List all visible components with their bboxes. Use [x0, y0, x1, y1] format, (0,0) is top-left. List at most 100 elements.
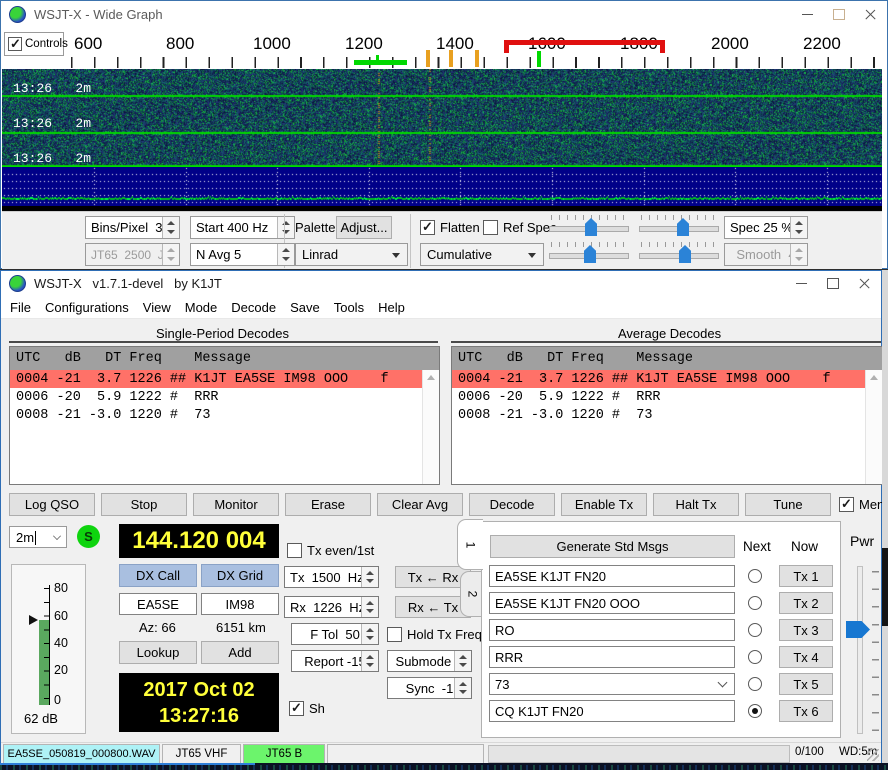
tx4-now-button[interactable]: Tx 4 — [779, 646, 833, 668]
tx5-next-radio[interactable] — [748, 677, 762, 691]
waterfall-display[interactable] — [2, 69, 882, 167]
display-mode-select[interactable]: Cumulative — [420, 243, 544, 266]
tx2-next-radio[interactable] — [748, 596, 762, 610]
erase-button[interactable]: Erase — [285, 493, 371, 516]
monitor-button[interactable]: Monitor — [193, 493, 279, 516]
controls-checkbox[interactable] — [8, 37, 22, 51]
enable-tx-button[interactable]: Enable Tx — [561, 493, 647, 516]
tx4-next-radio[interactable] — [748, 650, 762, 664]
lookup-button[interactable]: Lookup — [119, 641, 197, 664]
tab-1[interactable]: 1 — [457, 519, 483, 570]
palette-adjust-button[interactable]: Adjust... — [336, 216, 392, 239]
zero-slider-2[interactable] — [639, 242, 719, 266]
frequency-ruler[interactable]: Controls 600 800 1000 1200 1400 1600 180… — [2, 28, 882, 69]
close-button[interactable] — [849, 271, 881, 296]
rx-freq-spinbox[interactable]: Rx 1226 Hz — [284, 596, 379, 618]
start-freq-spinbox[interactable]: Start 400 Hz — [190, 216, 295, 239]
decode-row[interactable]: 0006 -20 5.9 1222 # RRR — [452, 388, 866, 406]
dx-call-button[interactable]: DX Call — [119, 564, 197, 587]
clear-avg-button[interactable]: Clear Avg — [377, 493, 463, 516]
tx5-now-button[interactable]: Tx 5 — [779, 673, 833, 695]
ftol-spinbox[interactable]: F Tol 50 — [291, 623, 379, 645]
tab-2[interactable]: 2 — [460, 571, 483, 617]
minimize-button[interactable] — [785, 271, 817, 296]
n-avg-spinbox[interactable]: N Avg 5 — [190, 243, 295, 266]
menu-mode[interactable]: Mode — [178, 300, 225, 315]
menu-save[interactable]: Save — [283, 300, 327, 315]
pwr-slider-track[interactable] — [857, 566, 863, 734]
scrollbar[interactable] — [422, 370, 439, 484]
menu-help[interactable]: Help — [371, 300, 412, 315]
halt-tx-button[interactable]: Halt Tx — [653, 493, 739, 516]
start-freq-spin-arrows[interactable] — [277, 217, 294, 238]
tx3-now-button[interactable]: Tx 3 — [779, 619, 833, 641]
tx2-now-button[interactable]: Tx 2 — [779, 592, 833, 614]
tx1-message-input[interactable]: EA5SE K1JT FN20 — [489, 565, 735, 587]
decode-row[interactable]: 0004 -21 3.7 1226 ## K1JT EA5SE IM98 OOO… — [10, 370, 423, 388]
average-decodes-panel[interactable]: UTC dB DT Freq Message 0004 -21 3.7 1226… — [451, 346, 883, 485]
spectrum-display[interactable] — [2, 167, 882, 206]
report-spinbox[interactable]: Report -15 — [291, 650, 379, 672]
menus-checkbox[interactable] — [839, 497, 854, 512]
report-spin-arrows[interactable] — [361, 651, 378, 671]
bins-pixel-spin-arrows[interactable] — [162, 217, 179, 238]
tune-button[interactable]: Tune — [745, 493, 831, 516]
pwr-slider-handle[interactable] — [846, 621, 870, 638]
maximize-button[interactable] — [823, 1, 855, 28]
menu-decode[interactable]: Decode — [224, 300, 283, 315]
tx-freq-spinbox[interactable]: Tx 1500 Hz — [284, 566, 379, 588]
decode-row[interactable]: 0004 -21 3.7 1226 ## K1JT EA5SE IM98 OOO… — [452, 370, 866, 388]
scrollbar[interactable] — [865, 370, 882, 484]
tx3-message-input[interactable]: RO — [489, 619, 735, 641]
ftol-spin-arrows[interactable] — [361, 624, 378, 644]
gain-slider-2[interactable] — [639, 215, 719, 239]
resize-grip[interactable] — [867, 749, 879, 761]
decode-row[interactable]: 0008 -21 -3.0 1220 # 73 — [452, 406, 866, 424]
palette-select[interactable]: Linrad — [295, 243, 408, 266]
n-avg-spin-arrows[interactable] — [277, 244, 294, 265]
flatten-checkbox[interactable] — [420, 220, 435, 235]
tx6-message-input[interactable]: CQ K1JT FN20 — [489, 700, 735, 722]
stop-button[interactable]: Stop — [101, 493, 187, 516]
submode-spinbox[interactable]: Submode B — [387, 650, 472, 672]
zero-slider-1[interactable] — [549, 242, 629, 266]
menu-configurations[interactable]: Configurations — [38, 300, 136, 315]
hold-tx-freq-checkbox[interactable] — [387, 627, 402, 642]
maximize-button[interactable] — [817, 271, 849, 296]
decode-rows[interactable]: 0004 -21 3.7 1226 ## K1JT EA5SE IM98 OOO… — [452, 370, 866, 484]
tx6-next-radio[interactable] — [748, 704, 762, 718]
decode-row[interactable]: 0008 -21 -3.0 1220 # 73 — [10, 406, 423, 424]
single-period-decodes-panel[interactable]: UTC dB DT Freq Message 0004 -21 3.7 1226… — [9, 346, 440, 485]
dx-grid-input[interactable]: IM98 — [201, 593, 279, 615]
tx2-message-input[interactable]: EA5SE K1JT FN20 OOO — [489, 592, 735, 614]
spec-spin-arrows[interactable] — [790, 217, 807, 238]
decode-rows[interactable]: 0004 -21 3.7 1226 ## K1JT EA5SE IM98 OOO… — [10, 370, 423, 484]
ref-spec-checkbox[interactable] — [483, 220, 498, 235]
dx-call-input[interactable]: EA5SE — [119, 593, 197, 615]
menu-view[interactable]: View — [136, 300, 178, 315]
tx1-next-radio[interactable] — [748, 569, 762, 583]
add-button[interactable]: Add — [201, 641, 279, 664]
sync-spinbox[interactable]: Sync -1 — [387, 677, 472, 699]
dx-grid-button[interactable]: DX Grid — [201, 564, 279, 587]
generate-std-msgs-button[interactable]: Generate Std Msgs — [490, 535, 735, 558]
s-meter-button[interactable]: S — [77, 525, 100, 548]
decode-row[interactable]: 0006 -20 5.9 1222 # RRR — [10, 388, 423, 406]
bins-pixel-spinbox[interactable]: Bins/Pixel 3 — [85, 216, 180, 239]
decode-button[interactable]: Decode — [469, 493, 555, 516]
rx-freq-spin-arrows[interactable] — [361, 597, 378, 617]
band-select[interactable]: 2m — [9, 526, 67, 548]
submode-spin-arrows[interactable] — [454, 651, 471, 671]
tx6-now-button[interactable]: Tx 6 — [779, 700, 833, 722]
close-button[interactable] — [855, 1, 887, 28]
tx5-message-select[interactable]: 73 — [489, 673, 735, 695]
tx3-next-radio[interactable] — [748, 623, 762, 637]
menu-tools[interactable]: Tools — [327, 300, 371, 315]
tx1-now-button[interactable]: Tx 1 — [779, 565, 833, 587]
menu-file[interactable]: File — [3, 300, 38, 315]
spec-percent-spinbox[interactable]: Spec 25 % — [724, 216, 808, 239]
gain-slider-1[interactable] — [549, 215, 629, 239]
log-qso-button[interactable]: Log QSO — [9, 493, 95, 516]
sync-spin-arrows[interactable] — [454, 678, 471, 698]
minimize-button[interactable] — [791, 1, 823, 28]
